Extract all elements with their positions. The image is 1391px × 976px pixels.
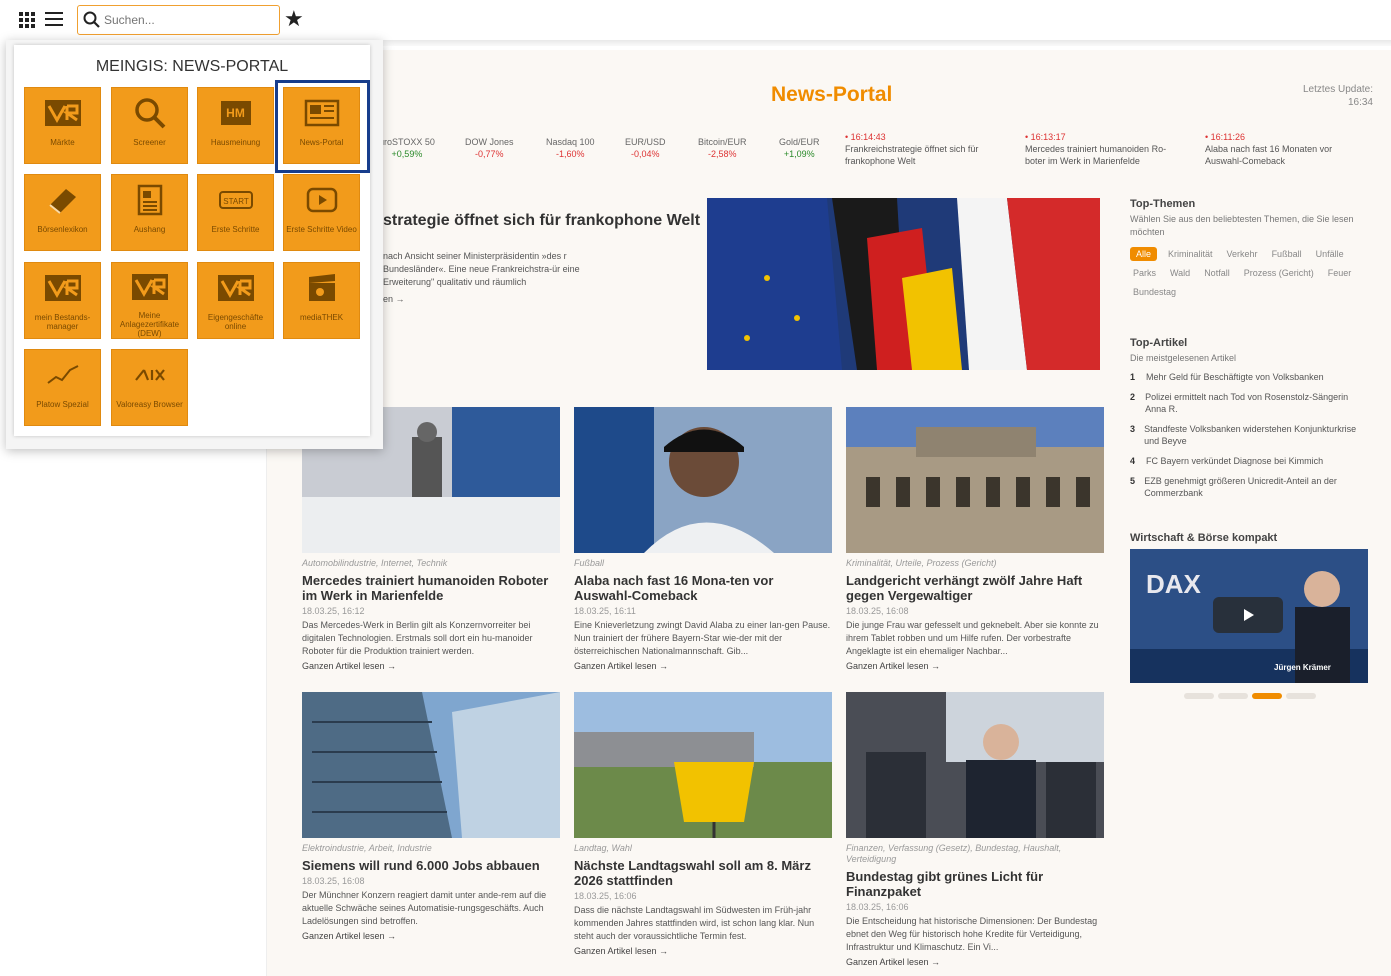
tile-maerkte[interactable]: Märkte <box>24 87 101 164</box>
book-icon <box>48 189 76 214</box>
tag-chip[interactable]: Prozess (Gericht) <box>1241 266 1317 280</box>
flash-news-2[interactable]: • 16:13:17 Mercedes trainiert humanoiden … <box>1025 131 1185 167</box>
topic-tags: Alle Kriminalität Verkehr Fußball Unfäll… <box>1130 247 1370 299</box>
hm-icon: HM <box>220 101 251 125</box>
tile-boersenlexikon[interactable]: Börsenlexikon <box>24 174 101 251</box>
flash-news-3[interactable]: • 16:11:26 Alaba nach fast 16 Monaten vor… <box>1205 131 1365 167</box>
tile-erste-schritte[interactable]: START Erste Schritte <box>197 174 274 251</box>
tile-bestandsmanager[interactable]: mein Bestands-manager <box>24 262 101 339</box>
top-article-item[interactable]: 3 Standfeste Volksbanken widerstehen Konj… <box>1130 423 1370 447</box>
tag-chip[interactable]: Parks <box>1130 266 1159 280</box>
article-card[interactable]: Finanzen, Verfassung (Gesetz), Bundestag… <box>846 692 1104 967</box>
read-more-link[interactable]: Ganzen Artikel lesen → <box>846 661 1104 671</box>
video-dax-text: DAX <box>1146 569 1201 599</box>
search-icon <box>83 11 100 28</box>
tile-hausmeinung[interactable]: HM Hausmeinung <box>197 87 274 164</box>
search-input[interactable] <box>104 11 274 29</box>
ticker-nasdaq[interactable]: Nasdaq 100 -1,60% <box>546 136 595 160</box>
top-article-item[interactable]: 1 Mehr Geld für Beschäftigte von Volksban… <box>1130 371 1370 383</box>
news-portal-page: News-Portal Letztes Update: 16:34 uroSTO… <box>266 50 1391 976</box>
ticker-eurostoxx[interactable]: uroSTOXX 50 +0,59% <box>379 136 435 160</box>
article-card[interactable]: Elektroindustrie, Arbeit, Industrie Siem… <box>302 692 560 941</box>
document-icon <box>137 184 162 216</box>
top-topics-panel: Top-Themen Wählen Sie aus den beliebtest… <box>1130 198 1370 299</box>
tag-chip[interactable]: Kriminalität <box>1165 247 1216 261</box>
tile-platow-spezial[interactable]: Platow Spezial <box>24 349 101 426</box>
article-card[interactable]: Landtag, Wahl Nächste Landtagswahl soll … <box>574 692 832 956</box>
six-logo-icon <box>134 369 165 381</box>
top-articles-panel: Top-Artikel Die meistgelesenen Artikel 1… <box>1130 337 1370 507</box>
favorite-star-icon[interactable]: ★ <box>284 6 304 32</box>
tile-screener[interactable]: Screener <box>111 87 188 164</box>
carousel-dots[interactable] <box>1130 693 1370 699</box>
ticker-dow-jones[interactable]: DOW Jones -0,77% <box>465 136 514 160</box>
start-icon: START <box>218 191 253 209</box>
launcher-title: MEINGIS: NEWS-PORTAL <box>95 58 289 75</box>
tile-anlagezertifikate[interactable]: Meine Anlagezertifikate (DEW) <box>111 262 188 339</box>
last-update: Letztes Update: 16:34 <box>1302 84 1373 108</box>
article-image-bundestag <box>846 692 1104 838</box>
tag-chip[interactable]: Wald <box>1167 266 1193 280</box>
article-card[interactable]: Fußball Alaba nach fast 16 Mona-ten vor … <box>574 407 832 671</box>
article-image-court <box>846 407 1104 553</box>
video-player[interactable]: DAX Jürgen Krämer <box>1130 549 1368 683</box>
read-more-link[interactable]: Ganzen Artikel lesen → <box>302 661 560 671</box>
tag-chip[interactable]: Notfall <box>1201 266 1233 280</box>
hero-read-more[interactable]: en → <box>383 294 405 304</box>
video-icon <box>306 187 337 213</box>
article-image-landtag <box>574 692 832 838</box>
chart-line-icon <box>46 365 78 384</box>
ticker-eur-usd[interactable]: EUR/USD -0,04% <box>625 136 666 160</box>
article-image-football <box>574 407 832 553</box>
video-panel: Wirtschaft & Börse kompakt DAX Jürgen Kr… <box>1130 532 1370 699</box>
ticker-gold[interactable]: Gold/EUR +1,09% <box>779 136 820 160</box>
clapperboard-icon <box>308 274 335 301</box>
tag-chip[interactable]: Alle <box>1130 247 1158 261</box>
flash-news-1[interactable]: • 16:14:43 Frankreichstrategie öffnet sic… <box>845 131 1005 167</box>
page-title: News-Portal <box>771 83 893 106</box>
magnifier-icon <box>134 98 165 129</box>
apps-grid-icon[interactable] <box>19 12 35 28</box>
svg-text:START: START <box>223 197 249 206</box>
read-more-link[interactable]: Ganzen Artikel lesen → <box>574 661 832 671</box>
selected-tile-highlight <box>275 80 370 173</box>
hero-title[interactable]: strategie öffnet sich für frankophone We… <box>383 212 700 230</box>
tag-chip[interactable]: Feuer <box>1325 266 1355 280</box>
vr-logo-icon <box>131 274 168 300</box>
toolbar-divider <box>370 40 1391 46</box>
tag-chip[interactable]: Fußball <box>1269 247 1305 261</box>
ticker-bitcoin[interactable]: Bitcoin/EUR -2,58% <box>698 136 747 160</box>
top-toolbar: ★ <box>0 0 1391 42</box>
tile-aushang[interactable]: Aushang <box>111 174 188 251</box>
vr-logo-icon <box>44 275 81 301</box>
tile-eigengeschaefte[interactable]: Eigengeschäfte online <box>197 262 274 339</box>
hero-image-flags[interactable] <box>707 198 1100 370</box>
hero-teaser: nach Ansicht seiner Ministerpräsidentin … <box>383 251 580 287</box>
tile-erste-schritte-video[interactable]: Erste Schritte Video <box>283 174 360 251</box>
top-article-item[interactable]: 2 Polizei ermittelt nach Tod von Rosensto… <box>1130 391 1370 415</box>
tag-chip[interactable]: Verkehr <box>1224 247 1261 261</box>
play-button[interactable] <box>1213 597 1283 633</box>
article-image-siemens <box>302 692 560 838</box>
tile-valoreasy[interactable]: Valoreasy Browser <box>111 349 188 426</box>
read-more-link[interactable]: Ganzen Artikel lesen → <box>574 946 832 956</box>
tile-mediathek[interactable]: mediaTHEK <box>283 262 360 339</box>
vr-logo-icon <box>217 275 254 301</box>
top-article-item[interactable]: 4 FC Bayern verkündet Diagnose bei Kimmic… <box>1130 455 1370 467</box>
tag-chip[interactable]: Bundestag <box>1130 285 1179 299</box>
tag-chip[interactable]: Unfälle <box>1313 247 1347 261</box>
read-more-link[interactable]: Ganzen Artikel lesen → <box>846 957 1104 967</box>
vr-logo-icon <box>44 100 81 126</box>
article-card[interactable]: Kriminalität, Urteile, Prozess (Gericht)… <box>846 407 1104 671</box>
menu-icon[interactable] <box>45 12 63 26</box>
read-more-link[interactable]: Ganzen Artikel lesen → <box>302 931 560 941</box>
top-article-item[interactable]: 5 EZB genehmigt größeren Unicredit-Anteil… <box>1130 475 1370 499</box>
search-box[interactable] <box>77 5 280 35</box>
